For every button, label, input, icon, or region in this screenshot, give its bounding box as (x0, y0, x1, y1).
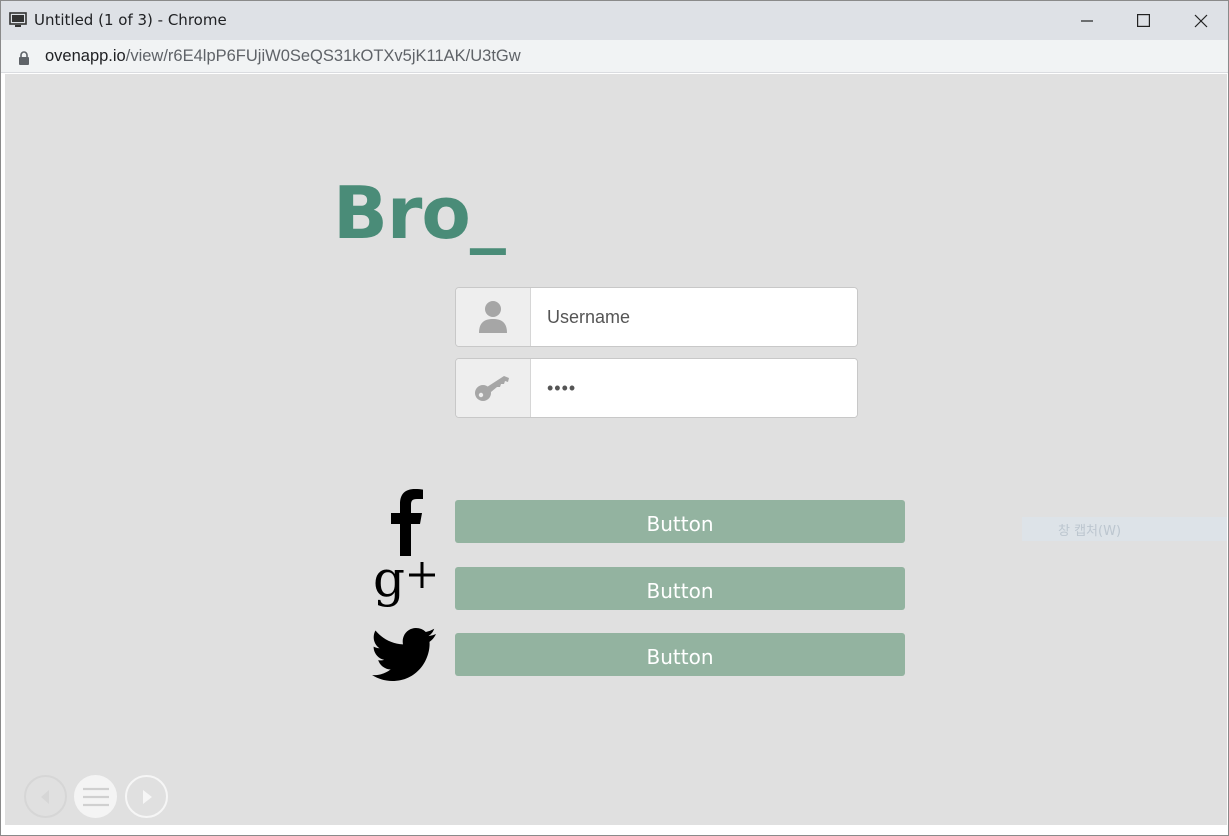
close-icon (1194, 14, 1207, 27)
address-bar[interactable]: ovenapp.io/view/r6E4lpP6FUjiW0SeQS31kOTX… (1, 40, 1228, 73)
menu-icon (82, 787, 109, 806)
title-bar: Untitled (1 of 3) - Chrome (1, 1, 1228, 40)
minimize-button[interactable] (1058, 1, 1115, 40)
password-group: •••• (455, 358, 858, 418)
url-host: ovenapp.io (45, 47, 126, 65)
facebook-button[interactable]: Button (455, 500, 905, 543)
lock-icon (18, 50, 30, 65)
window-title: Untitled (1 of 3) - Chrome (34, 11, 227, 29)
url-path: /view/r6E4lpP6FUjiW0SeQS31kOTXv5jK11AK/U… (125, 47, 521, 65)
app-logo: Bro_ (333, 171, 506, 255)
minimize-icon (1080, 19, 1093, 22)
prev-icon (40, 789, 49, 804)
twitter-button[interactable]: Button (455, 633, 905, 676)
google-plus-button[interactable]: Button (455, 567, 905, 610)
username-group (455, 287, 858, 347)
twitter-icon (371, 627, 437, 683)
prev-page-button[interactable] (24, 775, 67, 818)
key-icon (475, 376, 509, 401)
password-input[interactable]: •••• (532, 359, 857, 417)
facebook-icon (380, 487, 430, 557)
maximize-button[interactable] (1115, 1, 1172, 40)
menu-button[interactable] (74, 775, 117, 818)
password-value: •••• (547, 377, 577, 398)
app-window-icon (9, 12, 27, 28)
browser-window: Untitled (1 of 3) - Chrome ovenapp.io/vi… (0, 0, 1229, 836)
prototype-canvas: Bro_ •••• (5, 74, 1227, 825)
svg-text:g: g (373, 558, 405, 608)
url-text[interactable]: ovenapp.io/view/r6E4lpP6FUjiW0SeQS31kOTX… (45, 47, 521, 66)
window-capture-tooltip: 창 캡처(W) (1022, 517, 1227, 541)
next-icon (142, 789, 152, 804)
user-icon (479, 301, 507, 333)
username-input[interactable] (532, 288, 857, 346)
google-plus-icon: g (373, 558, 439, 614)
close-button[interactable] (1172, 1, 1229, 40)
next-page-button[interactable] (125, 775, 168, 818)
username-addon (456, 288, 531, 346)
password-addon (456, 359, 531, 417)
maximize-icon (1137, 14, 1150, 27)
